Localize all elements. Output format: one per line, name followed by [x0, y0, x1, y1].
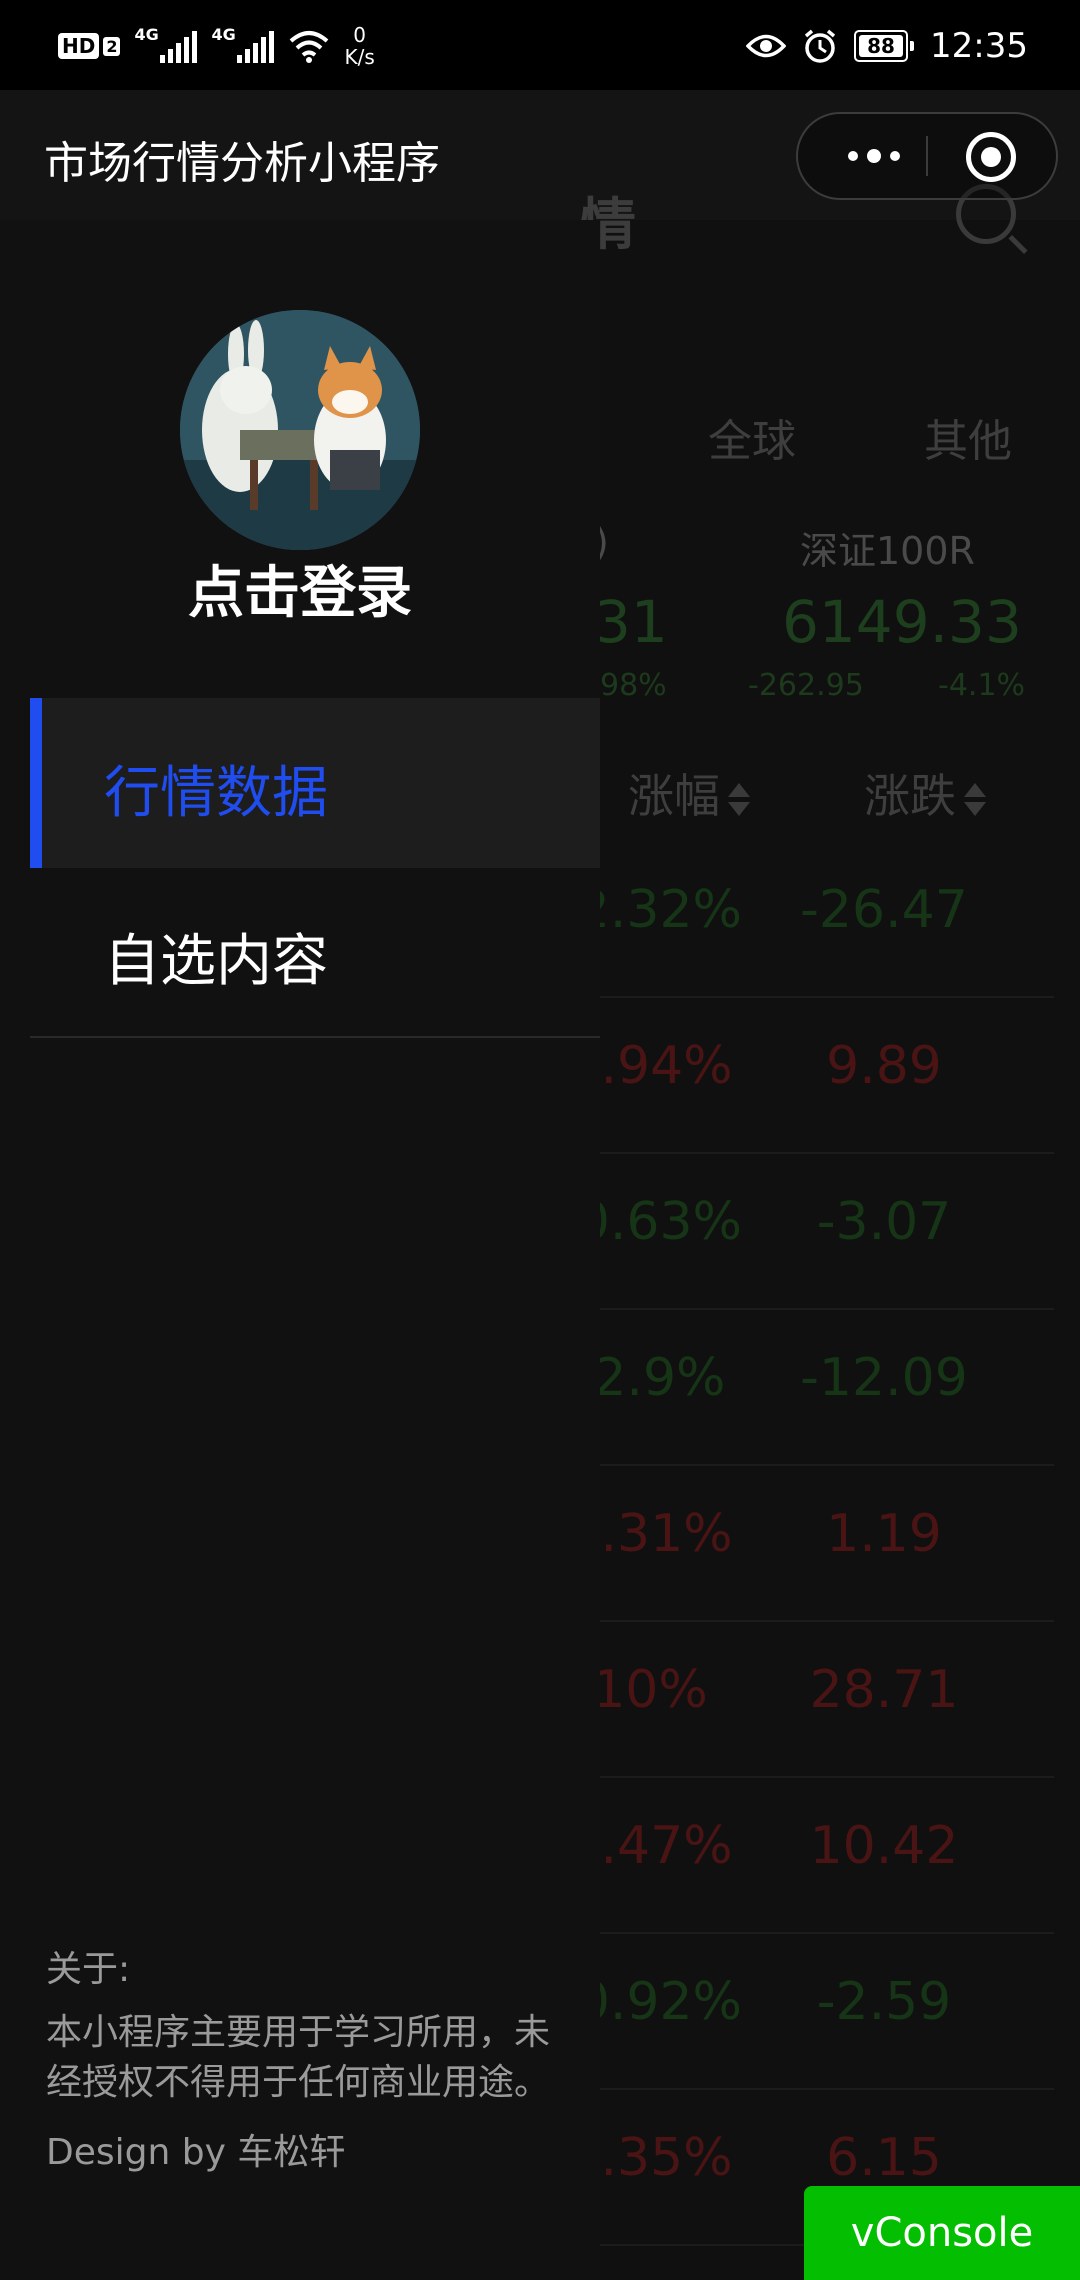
- row-change: 9.89: [826, 1036, 942, 1096]
- row-change: 28.71: [809, 1660, 959, 1720]
- about-text: 本小程序主要用于学习所用，未经授权不得用于任何商业用途。: [46, 2012, 551, 2103]
- header-pct: 涨幅: [628, 760, 750, 826]
- table-row: -0.92% -2.59: [558, 1932, 1054, 2090]
- index-value: 6149.33: [782, 588, 1022, 656]
- side-drawer: 点击登录 行情数据 自选内容 关于: 本小程序主要用于学习所用，未经授权不得用于…: [0, 220, 600, 2280]
- row-change: -26.47: [800, 880, 968, 940]
- signal-icon: 4G: [211, 25, 275, 63]
- battery-icon: 88: [854, 30, 915, 62]
- more-icon[interactable]: [834, 114, 914, 198]
- clock: 12:35: [930, 26, 1028, 66]
- row-change: 10.42: [809, 1816, 959, 1876]
- status-bar: HD 2 4G 4G 0 K/s 88 12:35: [0, 0, 1080, 90]
- index-change-pct: -4.1%: [938, 668, 1026, 703]
- row-change: 1.19: [826, 1504, 942, 1564]
- header-chg: 涨跌: [864, 760, 986, 826]
- table-row: -2.32% -26.47: [558, 840, 1054, 998]
- net-speed-unit: K/s: [344, 45, 375, 69]
- about-heading: 关于:: [46, 1949, 131, 1990]
- net-speed: 0 K/s: [344, 24, 374, 68]
- menu-divider: [30, 1036, 600, 1038]
- status-right: 88 12:35: [746, 18, 1028, 74]
- hd-sim-indicator: 2: [103, 36, 121, 56]
- hd-icon: HD: [58, 33, 100, 59]
- index-change-fragment: 98%: [600, 668, 667, 703]
- avatar[interactable]: [180, 310, 420, 550]
- wifi-icon: [290, 31, 329, 63]
- miniprogram-capsule[interactable]: [796, 112, 1058, 200]
- table-row: 1.94% 9.89: [567, 996, 1054, 1154]
- table-row: -2.9% -12.09: [575, 1308, 1054, 1466]
- menu-item-market-data[interactable]: 行情数据: [30, 698, 600, 868]
- design-credit: Design by 车松轩: [46, 2132, 346, 2173]
- signal-icon: 4G: [134, 25, 198, 63]
- signal-type-label: 4G: [134, 25, 159, 44]
- index-change: -262.95: [748, 668, 864, 703]
- close-miniprogram-icon[interactable]: [966, 132, 1016, 182]
- sort-icon: [728, 783, 750, 816]
- eye-icon: [746, 34, 787, 58]
- row-change: -3.07: [816, 1192, 952, 1252]
- sort-icon: [964, 783, 986, 816]
- table-row: -0.63% -3.07: [558, 1152, 1054, 1310]
- menu-item-watchlist[interactable]: 自选内容: [30, 866, 600, 1036]
- index-value-fragment: 31: [594, 588, 668, 656]
- table-row: 10% 28.71: [592, 1620, 1054, 1778]
- alarm-icon: [804, 29, 836, 63]
- menu-item-label: 行情数据: [104, 761, 328, 826]
- avatar-illustration: [180, 310, 420, 550]
- app-title: 市场行情分析小程序: [44, 138, 440, 189]
- table-row: 0.31% 1.19: [567, 1464, 1054, 1622]
- capsule-divider: [926, 136, 928, 176]
- net-speed-value: 0: [353, 23, 366, 47]
- tab-global: 全球: [708, 416, 796, 467]
- vconsole-button[interactable]: vConsole: [804, 2186, 1080, 2280]
- tab-other: 其他: [924, 416, 1012, 467]
- signal-type-label: 4G: [211, 25, 236, 44]
- menu-item-label: 自选内容: [104, 929, 328, 994]
- status-left: HD 2 4G 4G 0 K/s: [58, 18, 375, 74]
- table-row: 3.47% 10.42: [567, 1776, 1054, 1934]
- row-change: -2.59: [816, 1972, 952, 2032]
- header-chg-label: 涨跌: [864, 769, 956, 823]
- battery-level: 88: [859, 35, 904, 57]
- row-change: -12.09: [800, 1348, 968, 1408]
- index-name: 深证100R: [800, 529, 975, 573]
- login-button[interactable]: 点击登录: [0, 548, 600, 629]
- header-pct-label: 涨幅: [628, 769, 720, 823]
- row-change: 6.15: [826, 2128, 942, 2188]
